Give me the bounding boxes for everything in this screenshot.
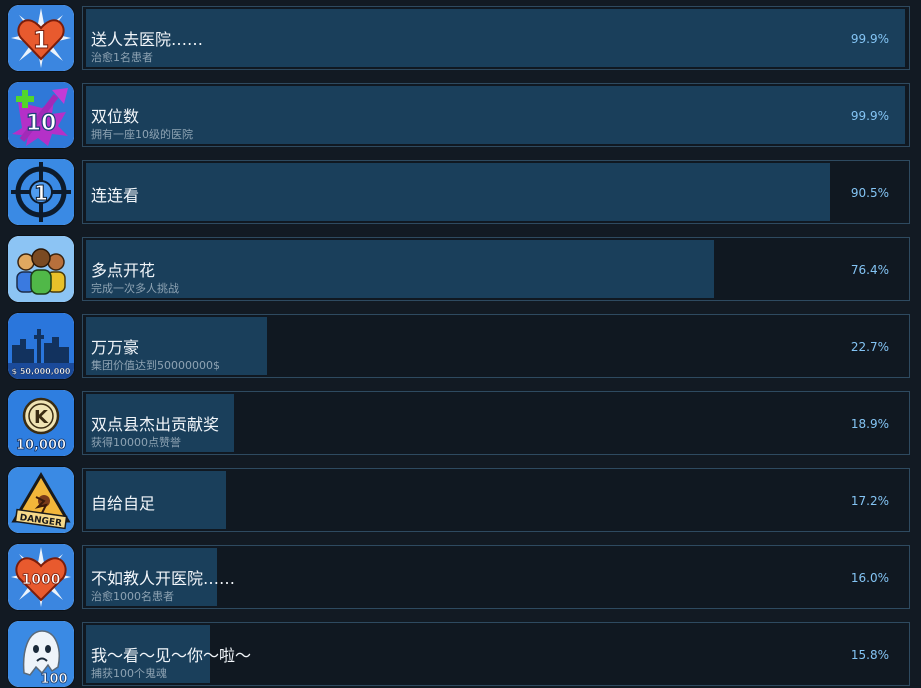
icon-text: 1000 [22, 572, 61, 588]
achievement-panel: 双位数 拥有一座10级的医院 99.9% [82, 83, 910, 147]
crosshair-icon: 1 [8, 159, 74, 225]
progress-fill [86, 9, 905, 67]
icon-text: 100 [40, 672, 67, 687]
achievement-name: 不如教人开医院…… [91, 569, 236, 588]
kudosh-coin-icon: K 10,000 [8, 390, 74, 456]
achievement-name: 多点开花 [91, 261, 156, 280]
svg-text:1: 1 [34, 181, 48, 205]
svg-text:10: 10 [26, 111, 57, 136]
achievement-panel: 双点县杰出贡献奖 获得10000点赞誉 18.9% [82, 391, 910, 455]
icon-text: $ 50,000,000 [12, 367, 71, 376]
progress-fill [86, 86, 905, 144]
svg-text:K: K [34, 407, 49, 428]
svg-text:1: 1 [33, 26, 50, 54]
achievement-panel: 送人去医院…… 治愈1名患者 99.9% [82, 6, 910, 70]
achievement-percent: 99.9% [850, 109, 889, 123]
ghost-icon: 100 [8, 621, 74, 687]
icon-text: 10,000 [16, 438, 66, 453]
achievement-row[interactable]: 100 我～看～见～你～啦～ 捕获100个鬼魂 15.8% [0, 616, 921, 688]
achievement-row[interactable]: 多点开花 完成一次多人挑战 76.4% [0, 231, 921, 308]
achievement-description: 完成一次多人挑战 [91, 282, 179, 295]
progress-fill [86, 163, 830, 221]
multiplayer-people-icon [8, 236, 74, 302]
achievement-panel: 我～看～见～你～啦～ 捕获100个鬼魂 15.8% [82, 622, 910, 686]
achievement-name: 送人去医院…… [91, 30, 204, 49]
achievement-percent: 90.5% [850, 186, 889, 200]
heart-one-icon: 1 [8, 5, 74, 71]
achievement-panel: 多点开花 完成一次多人挑战 76.4% [82, 237, 910, 301]
achievement-name: 自给自足 [91, 494, 156, 513]
achievement-name: 双位数 [91, 107, 140, 126]
achievement-panel: 万万豪 集团价值达到50000000$ 22.7% [82, 314, 910, 378]
achievement-list: 1 送人去医院…… 治愈1名患者 99.9% 10 双位数 拥有一座10级的医院… [0, 0, 921, 688]
city-skyline-icon: $ 50,000,000 [8, 313, 74, 379]
achievement-name: 我～看～见～你～啦～ [91, 646, 252, 665]
achievement-description: 获得10000点赞誉 [91, 436, 181, 449]
achievement-row[interactable]: 1 送人去医院…… 治愈1名患者 99.9% [0, 0, 921, 77]
achievement-row[interactable]: 1000 不如教人开医院…… 治愈1000名患者 16.0% [0, 539, 921, 616]
danger-sign-icon: DANGER [8, 467, 74, 533]
achievement-percent: 18.9% [850, 417, 889, 431]
heart-thousand-icon: 1000 [8, 544, 74, 610]
achievement-row[interactable]: K 10,000 双点县杰出贡献奖 获得10000点赞誉 18.9% [0, 385, 921, 462]
level-ten-icon: 10 [8, 82, 74, 148]
achievement-row[interactable]: DANGER 自给自足 17.2% [0, 462, 921, 539]
achievement-row[interactable]: $ 50,000,000 万万豪 集团价值达到50000000$ 22.7% [0, 308, 921, 385]
achievement-panel: 不如教人开医院…… 治愈1000名患者 16.0% [82, 545, 910, 609]
achievement-row[interactable]: 1 连连看 90.5% [0, 154, 921, 231]
achievement-description: 集团价值达到50000000$ [91, 359, 220, 372]
achievement-description: 治愈1000名患者 [91, 590, 174, 603]
achievement-percent: 99.9% [850, 32, 889, 46]
achievement-percent: 22.7% [850, 340, 889, 354]
achievement-panel: 自给自足 17.2% [82, 468, 910, 532]
achievement-name: 双点县杰出贡献奖 [91, 415, 220, 434]
achievement-percent: 16.0% [850, 571, 889, 585]
achievement-name: 万万豪 [91, 338, 140, 357]
achievement-percent: 17.2% [850, 494, 889, 508]
progress-fill [86, 240, 714, 298]
achievement-row[interactable]: 10 双位数 拥有一座10级的医院 99.9% [0, 77, 921, 154]
achievement-description: 拥有一座10级的医院 [91, 128, 193, 141]
achievement-panel: 连连看 90.5% [82, 160, 910, 224]
achievement-percent: 76.4% [850, 263, 889, 277]
achievement-percent: 15.8% [850, 648, 889, 662]
achievement-name: 连连看 [91, 186, 140, 205]
achievement-description: 治愈1名患者 [91, 51, 153, 64]
achievement-description: 捕获100个鬼魂 [91, 667, 167, 680]
